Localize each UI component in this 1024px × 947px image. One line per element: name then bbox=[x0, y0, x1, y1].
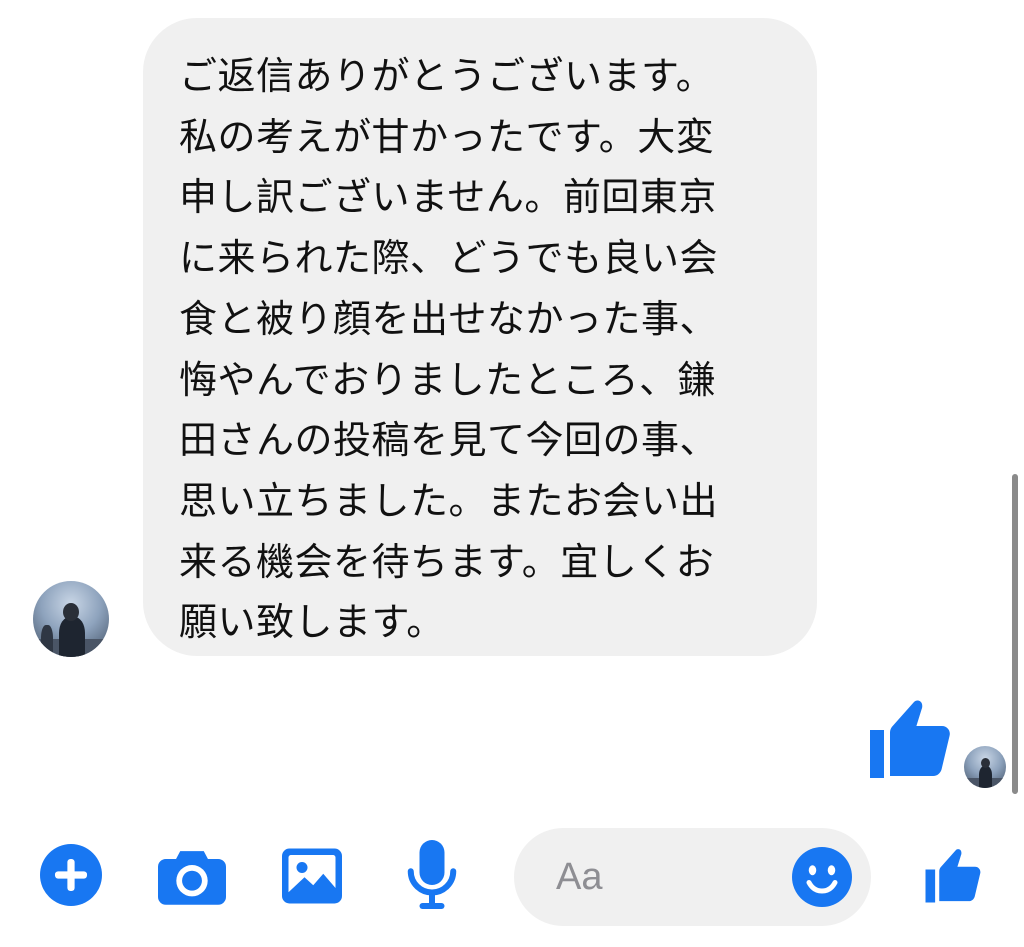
emoji-icon[interactable] bbox=[792, 847, 852, 907]
contact-avatar[interactable] bbox=[33, 581, 109, 657]
message-line: 食と被り顔を出せなかった事、 bbox=[179, 296, 719, 341]
plus-icon[interactable] bbox=[40, 844, 102, 906]
message-line: 私の考えが甘かったです。大変 bbox=[179, 114, 715, 159]
message-line: 悔やんでおりましたところ、鎌 bbox=[179, 357, 717, 402]
message-line: に来られた際、どうでも良い会 bbox=[179, 236, 719, 281]
incoming-message-bubble[interactable]: ご返信ありがとうございます。 私の考えが甘かったです。大変 申し訳ございません。… bbox=[143, 18, 817, 656]
message-line: ご返信ありがとうございます。 bbox=[179, 54, 715, 98]
sent-thumbs-up-icon[interactable] bbox=[862, 690, 958, 786]
microphone-icon[interactable] bbox=[406, 840, 458, 910]
message-line: 来る機会を待ちます。宜しくお bbox=[179, 539, 715, 584]
message-line: 申し訳ございません。前回東京 bbox=[179, 175, 717, 220]
message-line: 思い立ちました。またお会い出 bbox=[179, 478, 719, 523]
camera-icon[interactable] bbox=[158, 846, 226, 906]
image-icon[interactable] bbox=[282, 848, 342, 904]
scrollbar[interactable] bbox=[1012, 474, 1018, 794]
seen-avatar bbox=[964, 746, 1006, 788]
thumbs-up-icon[interactable] bbox=[920, 842, 986, 908]
message-input[interactable]: Aa bbox=[514, 828, 871, 926]
composer-bar: Aa bbox=[0, 820, 1024, 947]
message-line: 願い致します。 bbox=[179, 600, 445, 645]
message-line: 田さんの投稿を見て今回の事、 bbox=[179, 418, 719, 463]
message-input-placeholder: Aa bbox=[556, 856, 603, 898]
